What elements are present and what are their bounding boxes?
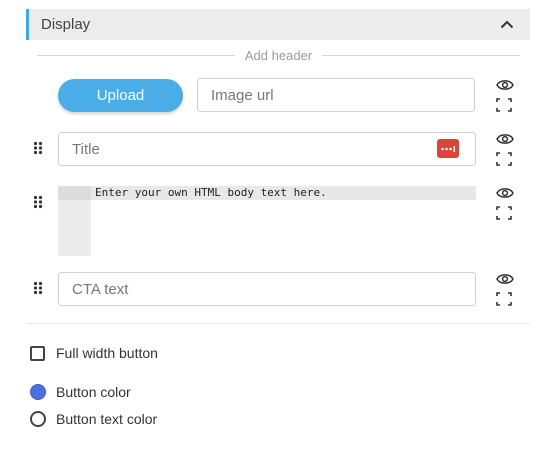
button-text-color-option[interactable]: Button text color: [30, 410, 157, 428]
button-text-color-label: Button text color: [56, 411, 158, 427]
drag-handle-icon[interactable]: [33, 141, 43, 155]
html-body-editor[interactable]: Enter your own HTML body text here.: [58, 186, 476, 256]
body-row-controls: [496, 186, 518, 220]
title-input[interactable]: [58, 132, 476, 166]
add-header-label[interactable]: Add header: [235, 48, 322, 63]
cta-text-input[interactable]: [58, 272, 476, 306]
eye-icon[interactable]: [496, 132, 518, 148]
cta-row-controls: [496, 272, 518, 306]
button-color-label: Button color: [56, 384, 131, 400]
section-divider: [26, 323, 530, 324]
drag-handle-icon[interactable]: [33, 281, 43, 295]
password-key-icon[interactable]: [437, 139, 459, 158]
expand-icon[interactable]: [496, 98, 518, 112]
upload-button[interactable]: Upload: [58, 79, 183, 112]
button-text-color-swatch[interactable]: [30, 411, 46, 427]
divider-line-left: [37, 54, 235, 56]
code-text[interactable]: Enter your own HTML body text here.: [95, 186, 327, 200]
expand-icon[interactable]: [496, 152, 518, 166]
full-width-checkbox[interactable]: [30, 345, 45, 361]
section-header[interactable]: Display: [26, 9, 530, 40]
eye-icon[interactable]: [496, 78, 518, 94]
full-width-button-option[interactable]: Full width button: [30, 344, 158, 362]
section-title: Display: [41, 16, 91, 33]
button-color-option[interactable]: Button color: [30, 383, 131, 401]
eye-icon[interactable]: [496, 272, 518, 288]
drag-handle-icon[interactable]: [33, 195, 43, 209]
divider-line-right: [322, 54, 521, 56]
title-row-controls: [496, 132, 518, 166]
eye-icon[interactable]: [496, 186, 518, 202]
expand-icon[interactable]: [496, 206, 518, 220]
code-gutter-active-line: [58, 186, 91, 200]
full-width-label: Full width button: [56, 345, 158, 361]
image-row-controls: [496, 78, 518, 112]
expand-icon[interactable]: [496, 292, 518, 306]
button-color-swatch[interactable]: [30, 384, 46, 400]
image-url-input[interactable]: [197, 78, 475, 112]
chevron-up-icon[interactable]: [498, 16, 516, 34]
add-header-divider[interactable]: Add header: [37, 46, 521, 64]
